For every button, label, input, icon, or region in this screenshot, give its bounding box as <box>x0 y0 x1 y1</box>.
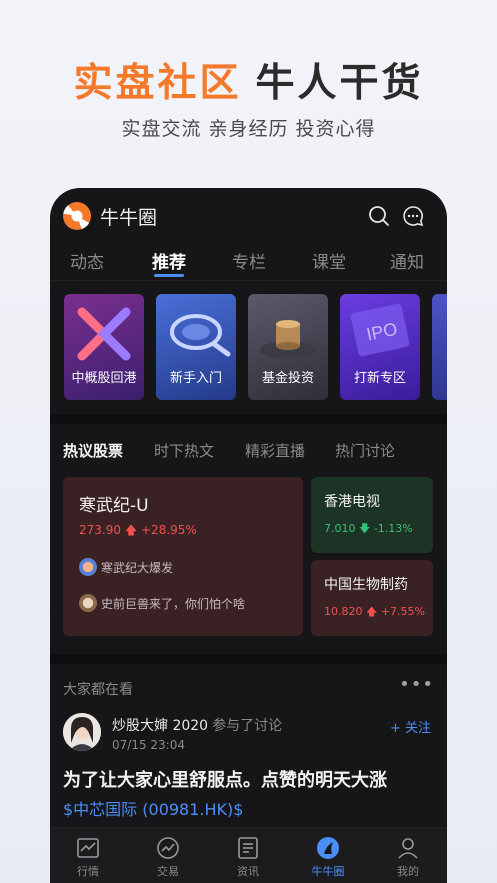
nav-label: 我的 <box>397 865 419 878</box>
post-time: 07/15 23:04 <box>112 738 185 752</box>
discussion-tag[interactable]: 史前巨兽来了，你们怕个啥 <box>79 591 245 615</box>
nav-news[interactable]: 资讯 <box>218 836 278 879</box>
nav-label: 牛牛圈 <box>311 865 345 878</box>
hot-tab-discussions[interactable]: 热门讨论 <box>335 440 395 461</box>
avatar[interactable] <box>63 713 101 751</box>
circle-icon <box>317 837 339 859</box>
app-logo-icon <box>63 202 91 230</box>
nav-label: 交易 <box>157 865 179 878</box>
post-text[interactable]: 为了让大家心里舒服点。点赞的明天大涨 <box>63 766 387 792</box>
more-icon[interactable]: ••• <box>399 674 434 695</box>
tag-text: 寒武纪大爆发 <box>101 560 174 575</box>
stock-change: -1.13% <box>373 522 413 535</box>
promo-title-accent: 实盘社区 <box>73 61 242 106</box>
stock-price: 10.820 <box>324 605 363 618</box>
post-action: 参与了讨论 <box>212 718 283 734</box>
section-separator <box>50 654 447 664</box>
nav-market[interactable]: 行情 <box>58 836 118 879</box>
hot-tab-stocks[interactable]: 热议股票 <box>63 440 123 461</box>
search-icon[interactable] <box>367 204 391 228</box>
nav-profile[interactable]: 我的 <box>378 836 438 879</box>
post-username[interactable]: 炒股大婶 2020 <box>112 718 208 734</box>
section-separator <box>50 414 447 424</box>
stock-change: +28.95% <box>141 523 197 537</box>
nav-niuniu-circle[interactable]: 牛牛圈 <box>298 836 358 879</box>
arrow-up-icon: 🡅 <box>124 523 138 537</box>
promo-subtitle: 实盘交流 亲身经历 投资心得 <box>121 118 376 140</box>
tab-zhuanlan[interactable]: 专栏 <box>232 248 266 273</box>
stock-price-line: 10.820 🡅 +7.55% <box>324 603 425 622</box>
stock-name: 中国生物制药 <box>324 577 408 593</box>
hot-stock-card-side[interactable]: 中国生物制药 10.820 🡅 +7.55% <box>311 560 433 636</box>
stock-change: +7.55% <box>380 605 425 618</box>
profile-icon <box>398 838 418 859</box>
feature-card-partial[interactable] <box>432 294 447 400</box>
promo-title: 实盘社区 牛人干货 <box>0 52 497 108</box>
trade-icon <box>157 837 179 859</box>
hot-stock-card-main[interactable]: 寒武纪-U 273.90 🡅 +28.95% 寒武纪大爆发 史前巨兽来了，你们怕… <box>63 477 303 636</box>
feature-card-beginner[interactable]: 新手入门 <box>156 294 236 400</box>
avatar <box>79 558 97 576</box>
section-title: 大家都在看 <box>63 682 133 698</box>
tab-tuijian[interactable]: 推荐 <box>152 248 186 273</box>
follow-button[interactable]: + 关注 <box>390 717 431 736</box>
top-bar: 牛牛圈 <box>50 188 447 244</box>
chat-icon[interactable] <box>401 204 425 228</box>
arrow-down-icon: 🡇 <box>359 522 371 535</box>
stock-name: 寒武纪-U <box>79 496 149 516</box>
tab-ketang[interactable]: 课堂 <box>312 248 346 273</box>
avatar <box>79 594 97 612</box>
tab-active-indicator <box>154 274 184 277</box>
hot-stock-card-side[interactable]: 香港电视 7.010 🡇 -1.13% <box>311 477 433 553</box>
feature-card-label: 中概股回港 <box>71 371 137 386</box>
stock-price: 7.010 <box>324 522 356 535</box>
bottom-nav: 行情 交易 资讯 牛牛圈 我的 <box>50 827 447 883</box>
chart-icon <box>77 838 99 858</box>
hot-tab-articles[interactable]: 时下热文 <box>154 440 214 461</box>
phone-screen: 牛牛圈 动态 推荐 专栏 课堂 通知 中概股回港 新手入门 基金投资 IPO 打… <box>50 188 447 883</box>
app-name: 牛牛圈 <box>100 207 158 229</box>
feature-card-fund[interactable]: 基金投资 <box>248 294 328 400</box>
feature-card-label: 打新专区 <box>353 371 406 386</box>
stock-name: 香港电视 <box>324 494 380 510</box>
hot-tab-live[interactable]: 精彩直播 <box>245 440 305 461</box>
post-header: 炒股大婶 2020 参与了讨论 <box>112 715 282 735</box>
hot-tabs: 热议股票 时下热文 精彩直播 热门讨论 <box>50 440 447 464</box>
feature-card-ipo[interactable]: IPO 打新专区 <box>340 294 420 400</box>
nav-trade[interactable]: 交易 <box>138 836 198 879</box>
user-avatar-icon <box>63 713 101 751</box>
feature-card-label: 新手入门 <box>169 371 222 386</box>
nav-label: 行情 <box>77 865 99 878</box>
stock-price: 273.90 <box>79 523 121 537</box>
stock-price-line: 273.90 🡅 +28.95% <box>79 521 197 542</box>
nav-label: 资讯 <box>237 865 259 878</box>
feature-card-china-concept[interactable]: 中概股回港 <box>64 294 144 400</box>
post-stock-link[interactable]: $中芯国际 (00981.HK)$ <box>63 796 243 820</box>
stock-price-line: 7.010 🡇 -1.13% <box>324 520 413 539</box>
tab-tongzhi[interactable]: 通知 <box>390 248 424 273</box>
arrow-up-icon: 🡅 <box>366 605 378 618</box>
feature-card-label: 基金投资 <box>261 371 314 386</box>
feature-cards: 中概股回港 新手入门 基金投资 IPO 打新专区 <box>64 294 447 400</box>
tabs-divider <box>50 280 447 281</box>
promo-title-dark: 牛人干货 <box>255 61 424 106</box>
news-icon <box>238 837 258 859</box>
tag-text: 史前巨兽来了，你们怕个啥 <box>101 596 246 611</box>
tab-dongtai[interactable]: 动态 <box>70 248 104 273</box>
discussion-tag[interactable]: 寒武纪大爆发 <box>79 555 173 579</box>
